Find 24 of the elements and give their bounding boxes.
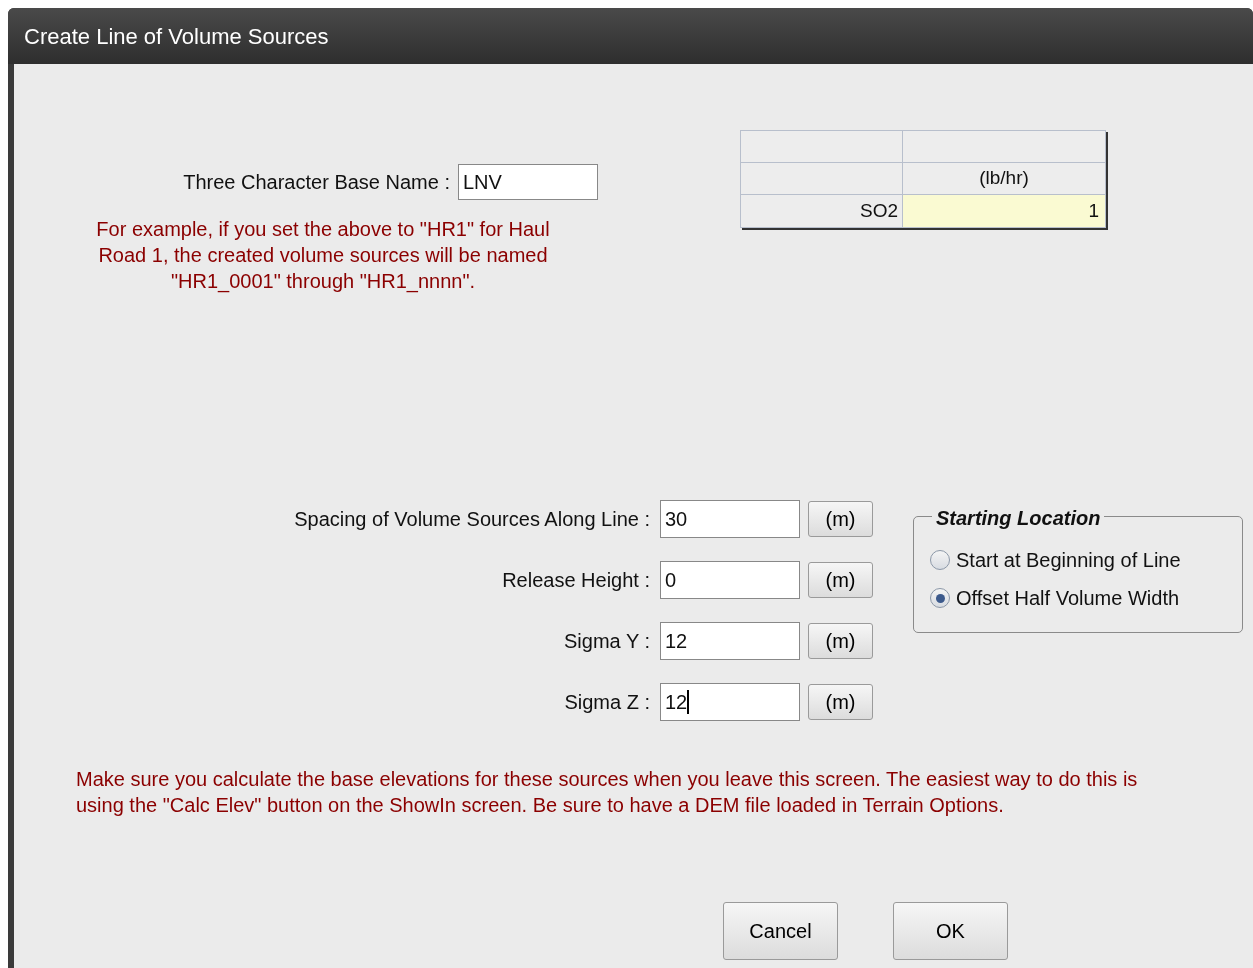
- unit-button[interactable]: (m): [808, 501, 873, 537]
- example-note: For example, if you set the above to "HR1" for Haul Road 1, the created volume sources will be named "HR1_0001" through "HR1_nnnn".: [95, 217, 551, 294]
- input-field[interactable]: 12: [660, 683, 800, 721]
- input-field[interactable]: 0: [660, 561, 800, 599]
- radio-option[interactable]: Offset Half Volume Width: [930, 583, 1242, 613]
- elevation-note: Make sure you calculate the base elevations for these sources when you leave this screen. The easiest way to do this is using the "Calc Elev" button on the ShowIn screen. Be sure to have a DEM file loaded in Terrain Options.: [76, 767, 1139, 818]
- radio-button[interactable]: [930, 588, 950, 608]
- input-field[interactable]: 30: [660, 500, 800, 538]
- unit-button[interactable]: (m): [808, 623, 873, 659]
- dialog-button[interactable]: OK: [893, 902, 1008, 960]
- field-label: Release Height :: [501, 568, 650, 593]
- dialog-button[interactable]: Cancel: [723, 902, 838, 960]
- field-label: Three Character Base Name :: [182, 170, 450, 195]
- input-field[interactable]: 12: [660, 622, 800, 660]
- radio-button[interactable]: [930, 550, 950, 570]
- radio-option[interactable]: Start at Beginning of Line: [930, 545, 1242, 575]
- field-label: Spacing of Volume Sources Along Line :: [293, 507, 650, 532]
- field-label: Sigma Z :: [563, 690, 650, 715]
- field-label: Sigma Y :: [563, 629, 650, 654]
- unit-button[interactable]: (m): [808, 562, 873, 598]
- unit-button[interactable]: (m): [808, 684, 873, 720]
- input-field[interactable]: LNV: [458, 164, 598, 200]
- window-title: Create Line of Volume Sources: [24, 22, 329, 51]
- table-cell[interactable]: 1: [903, 195, 1105, 227]
